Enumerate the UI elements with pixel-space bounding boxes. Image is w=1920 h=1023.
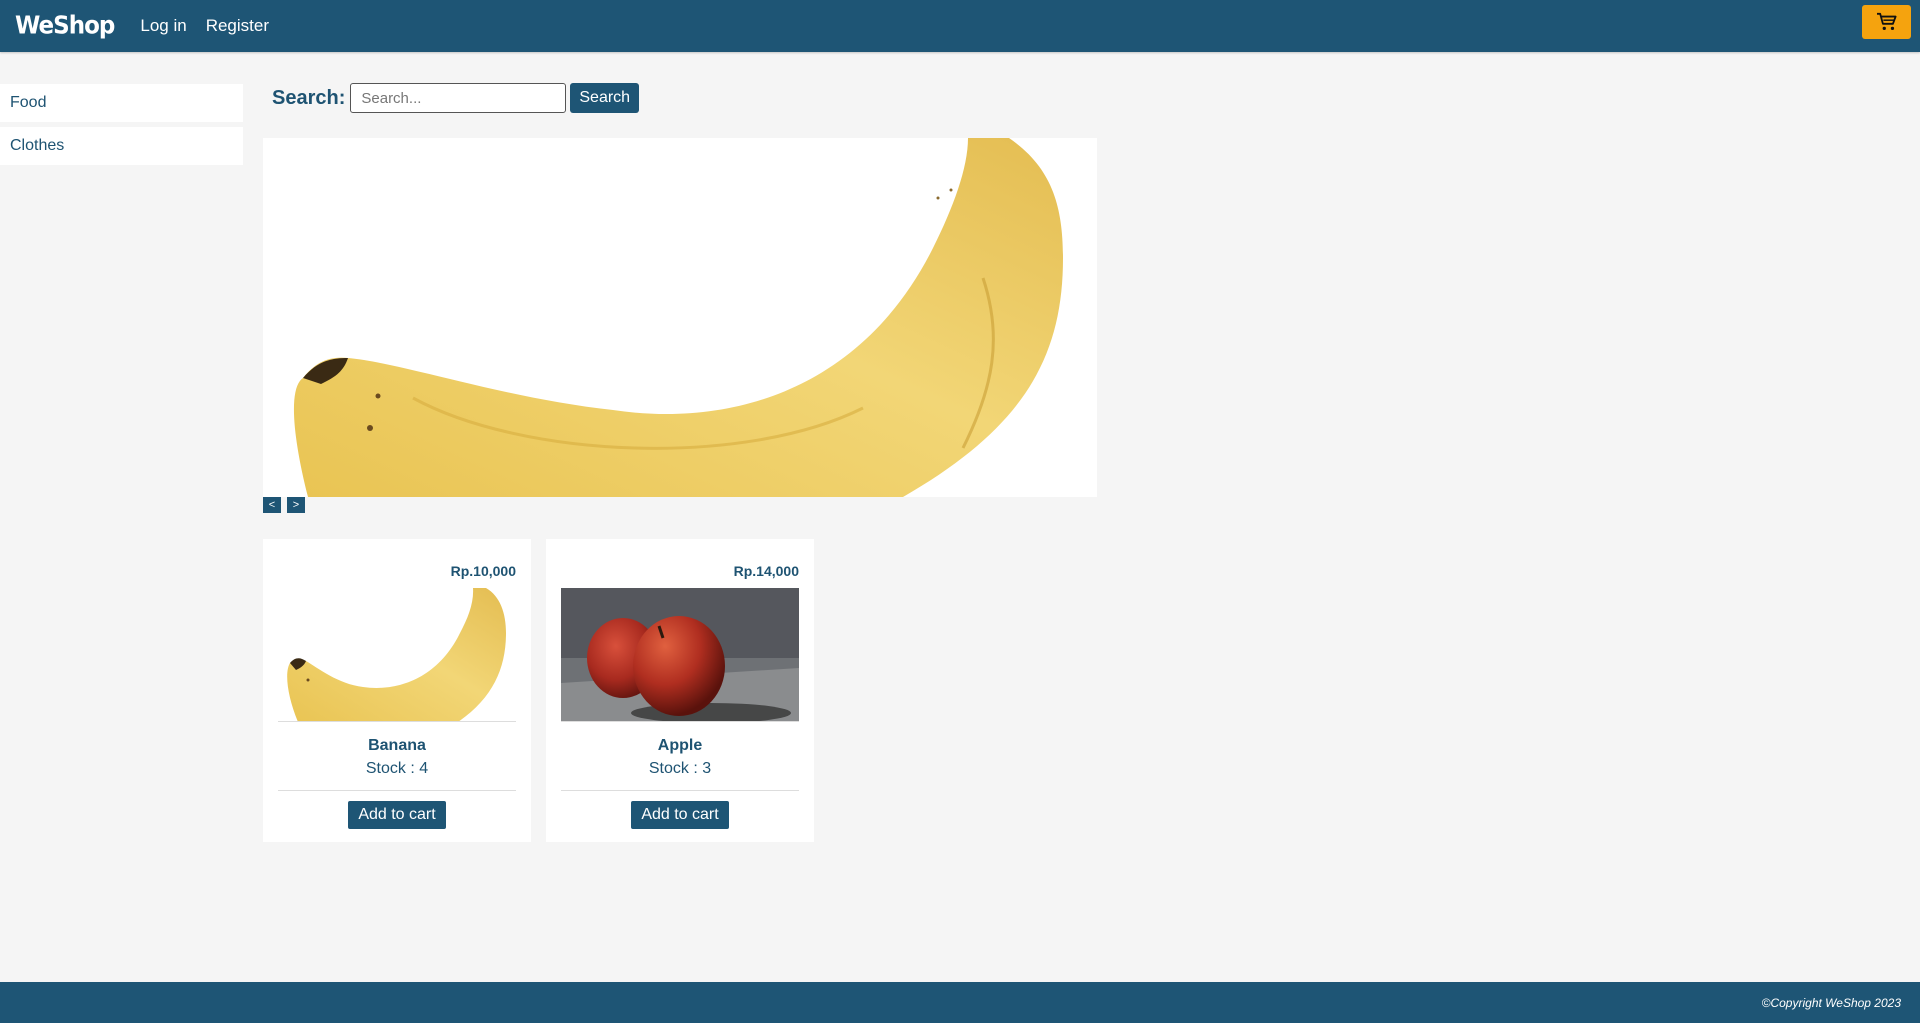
search-bar: Search: Search (272, 83, 640, 113)
sidebar-item-food[interactable]: Food (0, 84, 243, 122)
banana-image (278, 588, 516, 721)
search-label: Search: (272, 86, 346, 109)
footer-copyright: ©Copyright WeShop 2023 (1761, 995, 1901, 1010)
add-to-cart-button[interactable]: Add to cart (631, 801, 729, 829)
search-input[interactable] (350, 83, 567, 113)
banana-image (293, 138, 1063, 497)
register-link[interactable]: Register (206, 16, 269, 36)
product-card-banana: Rp.10,000 Banana Stock : 4 Add to cart (263, 539, 531, 842)
carousel-next-button[interactable]: > (287, 497, 305, 513)
card-divider (561, 790, 799, 791)
footer: ©Copyright WeShop 2023 (0, 982, 1920, 1023)
carousel-prev-button[interactable]: < (263, 497, 281, 513)
search-button[interactable]: Search (570, 83, 640, 113)
product-card-apple: Rp.14,000 Apple Stock: 3 Add to cart (546, 539, 814, 842)
product-image (561, 588, 799, 722)
product-stock: Stock : 3 (648, 760, 712, 777)
login-link[interactable]: Log in (140, 16, 186, 36)
product-name: Apple (657, 737, 703, 754)
product-price: Rp.14,000 (733, 563, 799, 579)
product-name: Banana (368, 737, 426, 754)
cart-button[interactable] (1862, 5, 1911, 39)
sidebar-item-clothes[interactable]: Clothes (0, 127, 243, 165)
add-to-cart-button[interactable]: Add to cart (348, 801, 446, 829)
brand-logo[interactable]: WeShop (15, 12, 115, 41)
card-divider (278, 790, 516, 791)
product-price: Rp.10,000 (450, 563, 516, 579)
apple-image (561, 588, 799, 721)
cart-icon (1876, 12, 1897, 31)
carousel-image (263, 138, 1097, 497)
carousel-controls: < > (263, 497, 305, 513)
product-stock: Stock : 4 (365, 760, 429, 777)
navbar: WeShop Log in Register (0, 0, 1920, 52)
product-image (278, 588, 516, 722)
category-sidebar: Food Clothes (0, 84, 243, 170)
